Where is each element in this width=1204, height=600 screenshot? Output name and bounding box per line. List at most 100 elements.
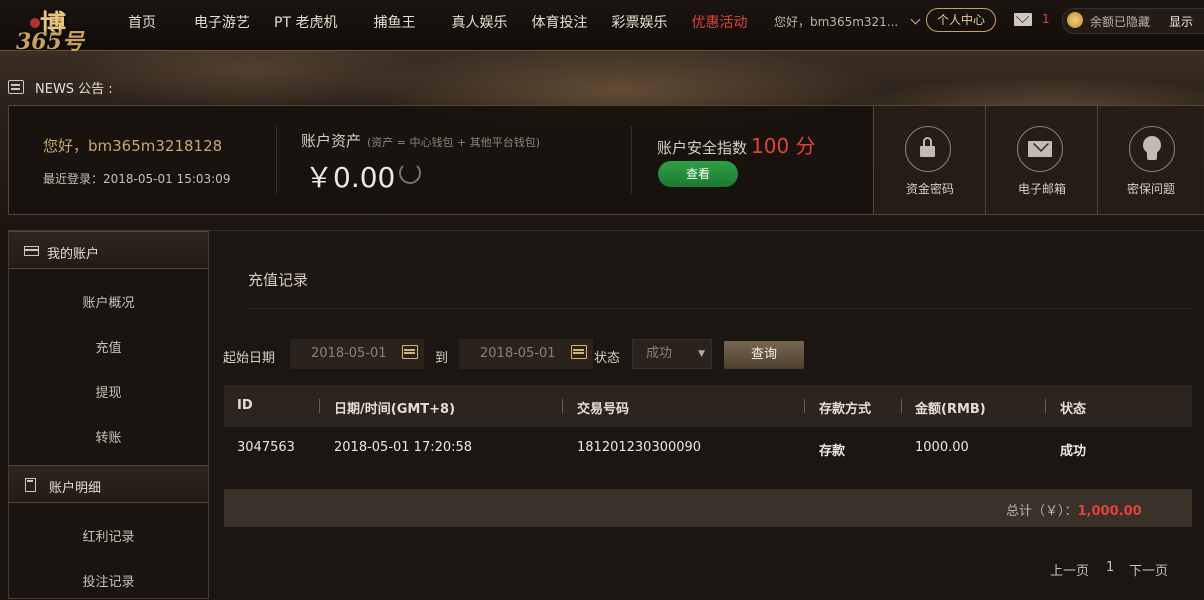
sidebar-item-transfer[interactable]: 转账 xyxy=(9,427,208,446)
status-label: 状态 xyxy=(594,351,621,366)
security-title-text: 账户安全指数 xyxy=(657,139,748,157)
column-header: 状态 xyxy=(1060,402,1087,417)
status-select[interactable]: 成功 ▼ xyxy=(632,339,712,369)
column-separator xyxy=(804,399,805,413)
assets-note: (资产 = 中心钱包 + 其他平台钱包) xyxy=(367,136,541,149)
to-label: 到 xyxy=(435,351,449,366)
user-menu[interactable]: 您好，bm365m321... xyxy=(774,13,921,30)
cell-datetime: 2018-05-01 17:20:58 xyxy=(334,440,473,455)
start-date-label: 起始日期 xyxy=(223,351,276,366)
page-number[interactable]: 1 xyxy=(1106,560,1114,575)
nav-pt-slots[interactable]: PT 老虎机 xyxy=(274,12,337,32)
column-separator xyxy=(1045,399,1046,413)
news-icon xyxy=(8,80,24,94)
balance-box: 余额已隐藏 显示 xyxy=(1062,8,1204,34)
user-hello-text: 您好，bm365m321... xyxy=(774,15,899,29)
tile-email[interactable]: 电子邮箱 xyxy=(985,106,1098,214)
account-summary-panel: 您好，bm365m3218128 最近登录：2018-05-01 15:03:0… xyxy=(8,105,1204,215)
balance-hidden-text: 余额已隐藏 xyxy=(1090,15,1151,29)
cell-status: 成功 xyxy=(1060,444,1087,459)
personal-center-button[interactable]: 个人中心 xyxy=(926,8,996,32)
column-header: ID xyxy=(237,398,253,413)
table-row: 3047563 2018-05-01 17:20:58 181201230300… xyxy=(224,427,1192,471)
nav-home[interactable]: 首页 xyxy=(128,12,156,32)
column-header: 交易号码 xyxy=(577,402,630,417)
sidebar-item-withdraw[interactable]: 提现 xyxy=(9,382,208,401)
tile-email-label: 电子邮箱 xyxy=(1017,182,1066,196)
news-bar: NEWS 公告 : xyxy=(8,77,113,97)
cell-amount: 1000.00 xyxy=(915,440,969,455)
start-date-field[interactable]: 2018-05-01 xyxy=(290,339,424,369)
security-title: 账户安全指数 100 分 xyxy=(657,130,816,159)
prev-page-link[interactable]: 上一页 xyxy=(1050,560,1089,579)
next-page-link[interactable]: 下一页 xyxy=(1129,560,1168,579)
coin-icon xyxy=(1067,12,1083,28)
sidebar: 我的账户 账户概况 充值 提现 转账 账户明细 红利记录 投注记录 xyxy=(8,230,209,599)
divider xyxy=(276,126,277,194)
cell-transaction-number: 181201230300090 xyxy=(577,440,702,455)
end-date-field[interactable]: 2018-05-01 xyxy=(459,339,593,369)
column-header: 存款方式 xyxy=(819,402,872,417)
sidebar-item-overview[interactable]: 账户概况 xyxy=(9,292,208,311)
show-balance-button[interactable]: 显示 xyxy=(1169,13,1193,30)
sidebar-section-label: 我的账户 xyxy=(47,247,100,262)
column-separator xyxy=(901,399,902,413)
last-login: 最近登录：2018-05-01 15:03:09 xyxy=(43,172,231,186)
news-label: NEWS 公告 : xyxy=(35,81,113,97)
site-logo[interactable]: 博 365号 xyxy=(10,4,102,55)
sidebar-item-bonus-records[interactable]: 红利记录 xyxy=(9,526,208,545)
envelope-icon xyxy=(1017,126,1063,172)
total-summary: 总计（￥）：1,000.00 xyxy=(1006,500,1142,519)
view-security-button[interactable]: 查看 xyxy=(658,161,738,187)
page-title: 充值记录 xyxy=(248,271,309,289)
nav-sports[interactable]: 体育投注 xyxy=(531,12,587,32)
security-score: 100 分 xyxy=(751,134,816,158)
assets-value: ￥0.00 xyxy=(305,161,396,194)
tile-security-question[interactable]: 密保问题 xyxy=(1097,106,1204,214)
lock-icon xyxy=(905,126,951,172)
refresh-icon[interactable] xyxy=(399,162,421,184)
query-button[interactable]: 查询 xyxy=(724,341,804,369)
column-header: 金额(RMB) xyxy=(915,402,986,417)
tile-security-question-label: 密保问题 xyxy=(1126,182,1175,196)
status-select-value: 成功 xyxy=(646,346,673,361)
assets-title: 账户资产 (资产 = 中心钱包 + 其他平台钱包) xyxy=(301,130,540,151)
divider xyxy=(248,308,1192,309)
card-icon xyxy=(24,246,39,256)
sidebar-item-deposit[interactable]: 充值 xyxy=(9,337,208,356)
sidebar-section-my-account[interactable]: 我的账户 xyxy=(9,231,208,269)
column-separator xyxy=(319,399,320,413)
main-content: 充值记录 起始日期 2018-05-01 到 2018-05-01 状态 成功 … xyxy=(209,230,1204,600)
nav-lottery[interactable]: 彩票娱乐 xyxy=(611,12,667,32)
divider xyxy=(631,126,632,194)
account-greeting: 您好，bm365m3218128 xyxy=(43,137,223,155)
assets-title-text: 账户资产 xyxy=(301,132,362,150)
tile-fund-password-label: 资金密码 xyxy=(905,182,954,196)
calendar-icon[interactable] xyxy=(402,345,418,359)
column-header: 日期/时间(GMT+8) xyxy=(334,402,456,417)
sidebar-section-account-details[interactable]: 账户明细 xyxy=(9,465,208,503)
total-label: 总计（￥）： xyxy=(1006,504,1078,519)
total-value: 1,000.00 xyxy=(1077,504,1142,519)
top-bar: 博 365号 首页 电子游艺 PT 老虎机 捕鱼王 真人娱乐 体育投注 彩票娱乐… xyxy=(0,0,1204,55)
lightbulb-icon xyxy=(1129,126,1175,172)
chevron-down-icon xyxy=(910,14,921,25)
nav-electronic-games[interactable]: 电子游艺 xyxy=(194,12,250,32)
nav-promotions[interactable]: 优惠活动 xyxy=(691,12,747,32)
nav-live-casino[interactable]: 真人娱乐 xyxy=(451,12,507,32)
end-date-value: 2018-05-01 xyxy=(480,346,556,361)
sidebar-item-bet-records[interactable]: 投注记录 xyxy=(9,571,208,590)
tile-fund-password[interactable]: 资金密码 xyxy=(873,106,986,214)
table-header: ID 日期/时间(GMT+8) 交易号码 存款方式 金额(RMB) 状态 xyxy=(224,385,1192,427)
total-bar: 总计（￥）：1,000.00 xyxy=(224,489,1192,527)
column-separator xyxy=(562,399,563,413)
mail-icon[interactable] xyxy=(1014,13,1032,26)
start-date-value: 2018-05-01 xyxy=(311,346,387,361)
calculator-icon xyxy=(25,478,36,492)
mail-count-badge: 1 xyxy=(1042,12,1050,26)
cell-id: 3047563 xyxy=(237,440,295,455)
nav-fishing[interactable]: 捕鱼王 xyxy=(373,12,415,32)
sidebar-section-label: 账户明细 xyxy=(49,481,102,496)
calendar-icon[interactable] xyxy=(571,345,587,359)
dropdown-arrow-icon: ▼ xyxy=(698,349,705,359)
